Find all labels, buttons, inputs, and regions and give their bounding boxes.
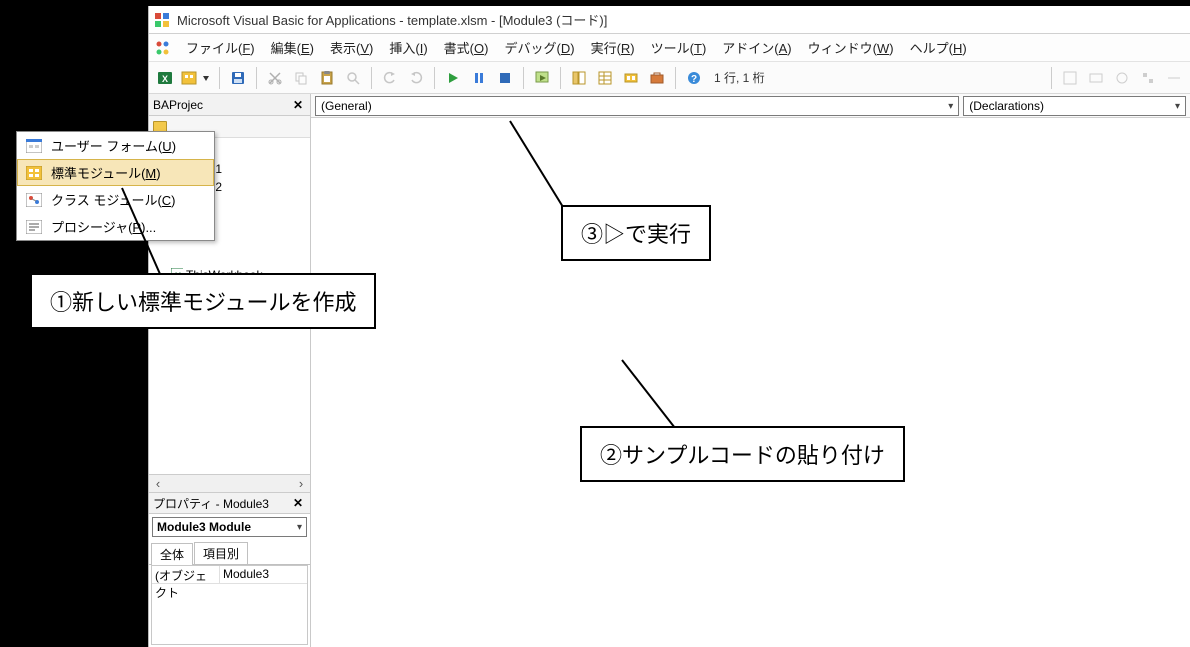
properties-grid[interactable]: (オブジェクト Module3 xyxy=(151,565,308,645)
userform-icon xyxy=(25,137,43,155)
separator xyxy=(675,67,676,89)
svg-text:?: ? xyxy=(691,74,697,85)
find-button[interactable] xyxy=(341,66,365,90)
help-button[interactable]: ? xyxy=(682,66,706,90)
properties-object-select[interactable]: Module3 Module ▾ xyxy=(152,517,307,537)
props-value[interactable]: Module3 xyxy=(220,566,307,583)
break-button[interactable] xyxy=(467,66,491,90)
menubar-icon xyxy=(153,38,173,58)
extra-button-4[interactable] xyxy=(1136,66,1160,90)
menu-file[interactable]: ファイル(F) xyxy=(179,35,262,60)
properties-title: プロパティ - Module3 xyxy=(153,495,269,512)
extra-button-5[interactable] xyxy=(1162,66,1186,90)
reset-button[interactable] xyxy=(493,66,517,90)
properties-tabs: 全体 項目別 xyxy=(149,542,310,565)
separator xyxy=(371,67,372,89)
scroll-left-icon[interactable]: ‹ xyxy=(151,477,165,491)
project-explorer-title: BAProjec xyxy=(153,98,203,112)
object-combo[interactable]: (General) ▾ xyxy=(315,96,959,116)
view-excel-button[interactable]: X xyxy=(153,66,177,90)
extra-button-2[interactable] xyxy=(1084,66,1108,90)
extra-button-3[interactable] xyxy=(1110,66,1134,90)
menu-view[interactable]: 表示(V) xyxy=(323,35,380,60)
project-explorer-button[interactable] xyxy=(567,66,591,90)
separator xyxy=(1051,67,1052,89)
props-row[interactable]: (オブジェクト Module3 xyxy=(152,566,307,584)
menu-addins[interactable]: アドイン(A) xyxy=(715,35,798,60)
toolbox-button[interactable] xyxy=(645,66,669,90)
properties-button[interactable] xyxy=(593,66,617,90)
separator xyxy=(219,67,220,89)
procedure-icon xyxy=(25,218,43,236)
tree-hscroll[interactable]: ‹ › xyxy=(149,474,310,492)
menu-edit[interactable]: 編集(E) xyxy=(264,35,321,60)
popup-class-module[interactable]: クラス モジュール(C) xyxy=(17,186,214,213)
copy-button[interactable] xyxy=(289,66,313,90)
props-tab-categorized[interactable]: 項目別 xyxy=(194,542,248,564)
annotation-3: ③▷で実行 xyxy=(561,205,711,261)
editor-combos: (General) ▾ (Declarations) ▾ xyxy=(311,94,1190,118)
code-area[interactable] xyxy=(311,118,1190,647)
extra-button-1[interactable] xyxy=(1058,66,1082,90)
popup-procedure[interactable]: プロシージャ(P)... xyxy=(17,213,214,240)
popup-userform[interactable]: ユーザー フォーム(U) xyxy=(17,132,214,159)
app-icon xyxy=(153,11,171,29)
separator xyxy=(560,67,561,89)
toolbar: X ? 1 行, 1 桁 xyxy=(149,62,1190,94)
annotation-2: ②サンプルコードの貼り付け xyxy=(580,426,905,482)
scroll-right-icon[interactable]: › xyxy=(294,477,308,491)
separator xyxy=(523,67,524,89)
separator xyxy=(256,67,257,89)
svg-text:X: X xyxy=(162,74,168,84)
body: BAProjec ✕ Project (ter odule1 odule2 xyxy=(149,94,1190,647)
chevron-down-icon: ▾ xyxy=(297,522,302,533)
menu-insert[interactable]: 挿入(I) xyxy=(382,35,434,60)
chevron-down-icon: ▾ xyxy=(948,101,953,112)
menu-debug[interactable]: デバッグ(D) xyxy=(497,35,581,60)
separator xyxy=(434,67,435,89)
position-indicator: 1 行, 1 桁 xyxy=(708,69,771,86)
popup-standard-module[interactable]: 標準モジュール(M) xyxy=(17,159,214,186)
extra-tools xyxy=(1058,66,1186,90)
insert-dropdown-button[interactable] xyxy=(179,66,213,90)
save-button[interactable] xyxy=(226,66,250,90)
annotation-1: ①新しい標準モジュールを作成 xyxy=(30,273,376,329)
object-browser-button[interactable] xyxy=(619,66,643,90)
menu-tools[interactable]: ツール(T) xyxy=(644,35,714,60)
chevron-down-icon: ▾ xyxy=(1175,101,1180,112)
menubar: ファイル(F) 編集(E) 表示(V) 挿入(I) 書式(O) デバッグ(D) … xyxy=(149,34,1190,62)
run-button[interactable] xyxy=(441,66,465,90)
procedure-combo[interactable]: (Declarations) ▾ xyxy=(963,96,1186,116)
properties-header: プロパティ - Module3 ✕ xyxy=(149,492,310,514)
menu-format[interactable]: 書式(O) xyxy=(437,35,496,60)
properties-close-icon[interactable]: ✕ xyxy=(290,495,306,511)
cut-button[interactable] xyxy=(263,66,287,90)
insert-popup-menu: ユーザー フォーム(U) 標準モジュール(M) クラス モジュール(C) プロシ… xyxy=(16,131,215,241)
menu-help[interactable]: ヘルプ(H) xyxy=(903,35,974,60)
design-mode-button[interactable] xyxy=(530,66,554,90)
redo-button[interactable] xyxy=(404,66,428,90)
props-tab-all[interactable]: 全体 xyxy=(151,543,193,565)
menu-run[interactable]: 実行(R) xyxy=(584,35,642,60)
module-icon xyxy=(25,164,43,182)
props-key: (オブジェクト xyxy=(152,566,220,583)
menu-window[interactable]: ウィンドウ(W) xyxy=(801,35,901,60)
paste-button[interactable] xyxy=(315,66,339,90)
code-editor: (General) ▾ (Declarations) ▾ xyxy=(311,94,1190,647)
project-explorer-header: BAProjec ✕ xyxy=(149,94,310,116)
class-module-icon xyxy=(25,191,43,209)
titlebar: Microsoft Visual Basic for Applications … xyxy=(149,6,1190,34)
undo-button[interactable] xyxy=(378,66,402,90)
project-explorer-close-icon[interactable]: ✕ xyxy=(290,97,306,113)
window-title: Microsoft Visual Basic for Applications … xyxy=(177,10,607,29)
